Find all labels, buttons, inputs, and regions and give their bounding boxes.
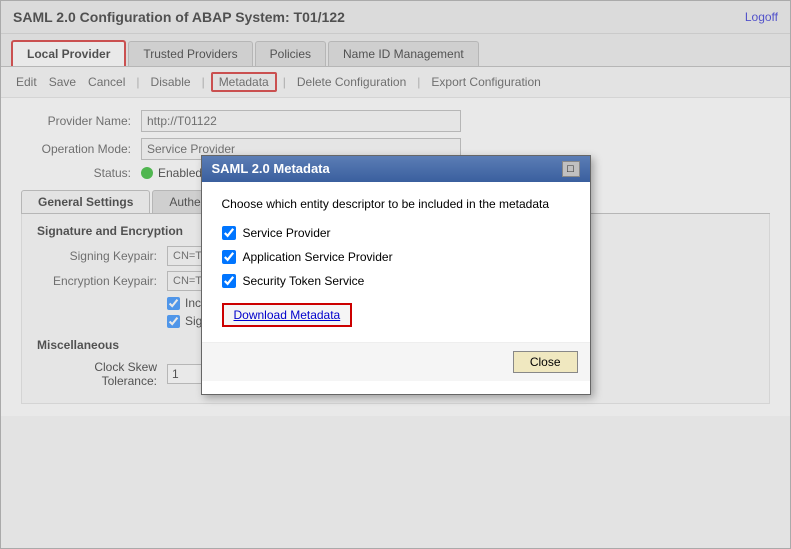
cb-service-provider-row: Service Provider xyxy=(222,226,570,240)
cb-service-provider-label: Service Provider xyxy=(243,226,331,240)
modal-body: Choose which entity descriptor to be inc… xyxy=(202,182,590,342)
cb-security-token-service-row: Security Token Service xyxy=(222,274,570,288)
modal-description: Choose which entity descriptor to be inc… xyxy=(222,197,570,211)
cb-app-service-provider[interactable] xyxy=(222,250,236,264)
cb-security-token-service-label: Security Token Service xyxy=(243,274,365,288)
cb-app-service-provider-label: Application Service Provider xyxy=(243,250,393,264)
modal-dialog: SAML 2.0 Metadata □ Choose which entity … xyxy=(201,155,591,395)
modal-title: SAML 2.0 Metadata xyxy=(212,161,330,176)
modal-overlay: SAML 2.0 Metadata □ Choose which entity … xyxy=(1,1,790,548)
close-button[interactable]: Close xyxy=(513,351,578,373)
download-metadata-button[interactable]: Download Metadata xyxy=(222,303,353,327)
modal-title-bar: SAML 2.0 Metadata □ xyxy=(202,156,590,182)
main-window: SAML 2.0 Configuration of ABAP System: T… xyxy=(0,0,791,549)
modal-footer: Close xyxy=(202,342,590,381)
cb-service-provider[interactable] xyxy=(222,226,236,240)
cb-app-service-provider-row: Application Service Provider xyxy=(222,250,570,264)
cb-security-token-service[interactable] xyxy=(222,274,236,288)
modal-close-icon-btn[interactable]: □ xyxy=(562,161,580,177)
